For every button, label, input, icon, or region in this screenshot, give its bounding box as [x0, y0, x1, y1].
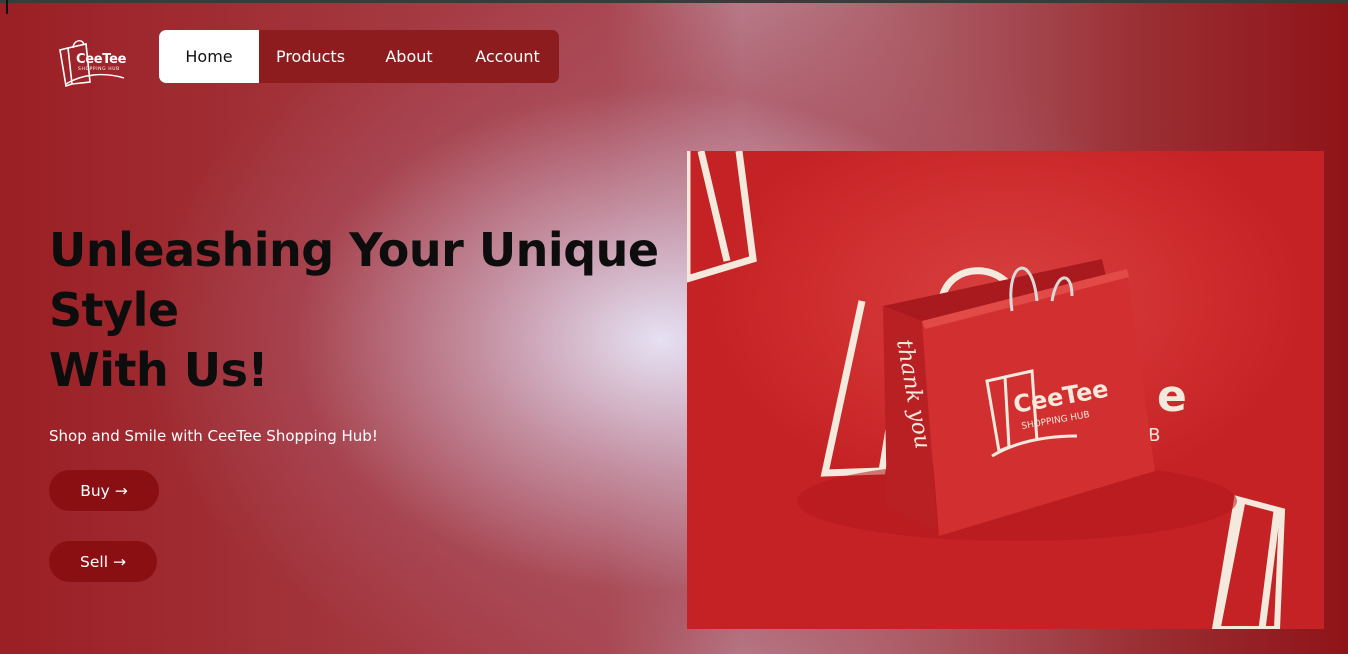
hero-title-line: With Us! [49, 343, 268, 397]
nav-home[interactable]: Home [159, 30, 259, 83]
text-cursor [6, 0, 8, 14]
shopping-bag-illustration: e UB thank you CeeTee SHOPPING HUB [687, 151, 1286, 629]
svg-text:e: e [1157, 371, 1187, 422]
nav-about[interactable]: About [362, 30, 456, 83]
hero-title: Unleashing Your Unique Style With Us! [49, 220, 669, 400]
hero-product-image: e UB thank you CeeTee SHOPPING HUB [687, 151, 1324, 629]
window-top-border [0, 0, 1348, 3]
nav-products[interactable]: Products [259, 30, 362, 83]
brand-tagline: SHOPPING HUB [78, 67, 120, 72]
sell-button[interactable]: Sell → [49, 541, 157, 582]
hero-subtitle: Shop and Smile with CeeTee Shopping Hub! [49, 427, 378, 445]
buy-button[interactable]: Buy → [49, 470, 159, 511]
hero-title-line: Unleashing Your Unique [49, 223, 659, 277]
brand-name: CeeTee [76, 52, 127, 67]
brand-logo[interactable]: CeeTee SHOPPING HUB [56, 38, 128, 88]
hero-title-line: Style [49, 283, 179, 337]
main-nav: Home Products About Account [159, 30, 559, 83]
nav-account[interactable]: Account [456, 30, 559, 83]
landing-page: CeeTee SHOPPING HUB Home Products About … [0, 0, 1348, 654]
